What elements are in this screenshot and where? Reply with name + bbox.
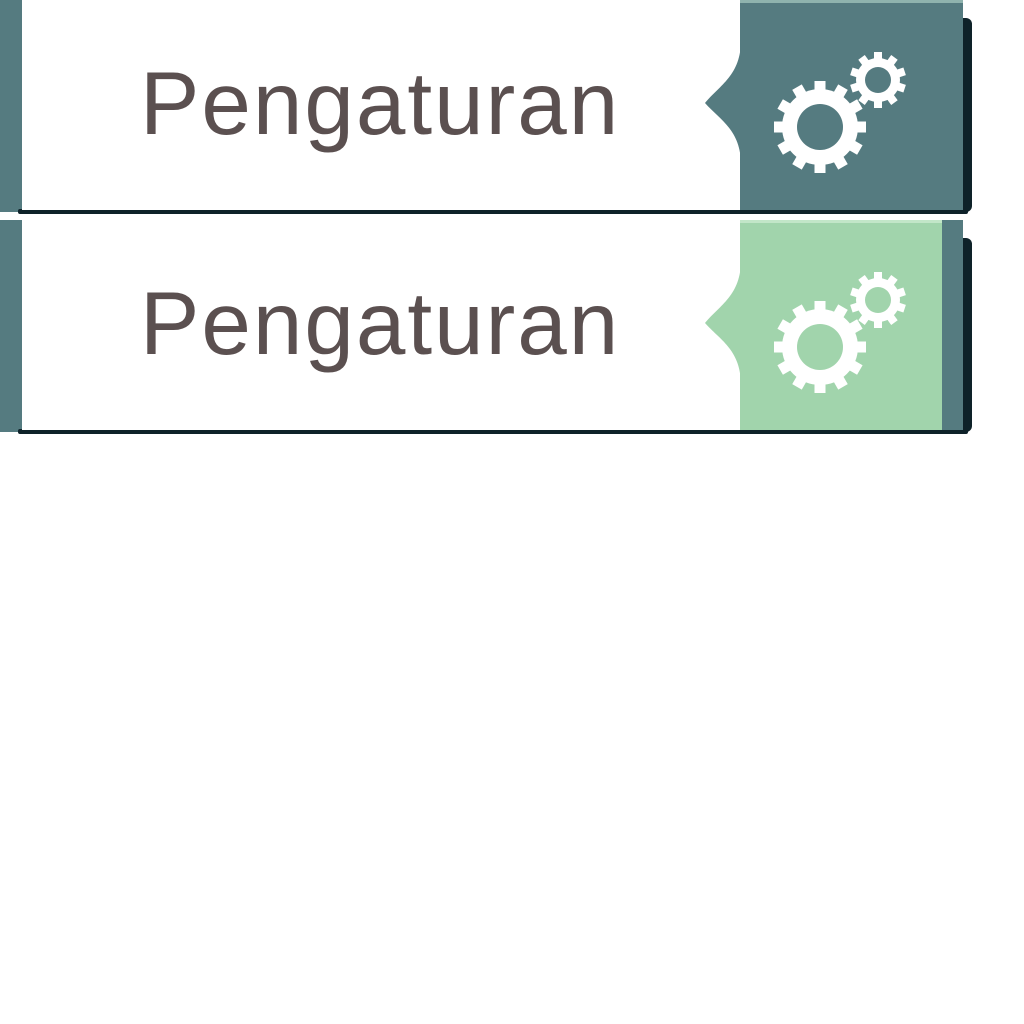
button-label: Pengaturan bbox=[140, 273, 621, 373]
button-label: Pengaturan bbox=[140, 53, 621, 153]
settings-button[interactable]: Pengaturan bbox=[0, 0, 975, 214]
settings-button-hover[interactable]: Pengaturan bbox=[0, 220, 975, 434]
